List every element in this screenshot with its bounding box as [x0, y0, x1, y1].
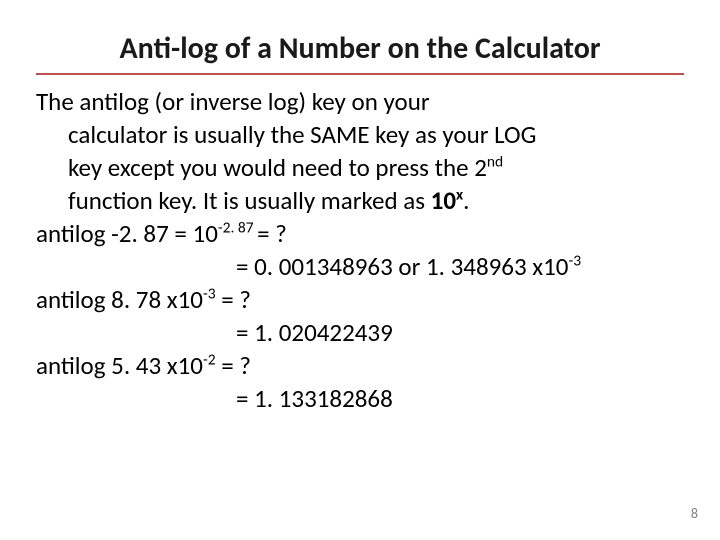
- intro-line-4c: .: [463, 185, 469, 216]
- example-2-result: = 1. 020422439: [36, 316, 684, 349]
- intro-indent-block: calculator is usually the SAME key as yo…: [36, 118, 684, 217]
- example-3-question-a: antilog 5. 43 x10: [36, 350, 203, 381]
- example-3-result: = 1. 133182868: [36, 382, 684, 415]
- example-1-result-sup: -3: [568, 252, 581, 271]
- slide-title: Anti-log of a Number on the Calculator: [36, 30, 684, 75]
- example-1-question-sup: -2. 87: [218, 219, 257, 238]
- slide: Anti-log of a Number on the Calculator T…: [0, 0, 720, 540]
- intro-line-3-sup: nd: [487, 153, 503, 172]
- intro-line-3a: key except you would need to press the 2: [68, 152, 487, 183]
- intro-line-4b: 10: [431, 185, 456, 216]
- example-2-question-b: = ?: [216, 284, 251, 315]
- example-3-question-sup: -2: [203, 351, 216, 370]
- example-2-question-sup: -3: [203, 285, 216, 304]
- example-1-result-a: = 0. 001348963 or 1. 348963 x10: [236, 251, 568, 282]
- intro-line-4a: function key. It is usually marked as: [68, 185, 431, 216]
- example-1-result-line: = 0. 001348963 or 1. 348963 x10-3: [36, 250, 684, 283]
- example-2-question-a: antilog 8. 78 x10: [36, 284, 203, 315]
- intro-line-1: The antilog (or inverse log) key on your: [36, 86, 430, 117]
- intro-line-2: calculator is usually the SAME key as yo…: [68, 119, 536, 150]
- example-3-question-b: = ?: [216, 350, 251, 381]
- slide-body: The antilog (or inverse log) key on your…: [36, 85, 684, 415]
- page-number: 8: [691, 505, 698, 522]
- example-1-question-b: = ?: [257, 218, 287, 249]
- example-1-question-a: antilog -2. 87 = 10: [36, 218, 218, 249]
